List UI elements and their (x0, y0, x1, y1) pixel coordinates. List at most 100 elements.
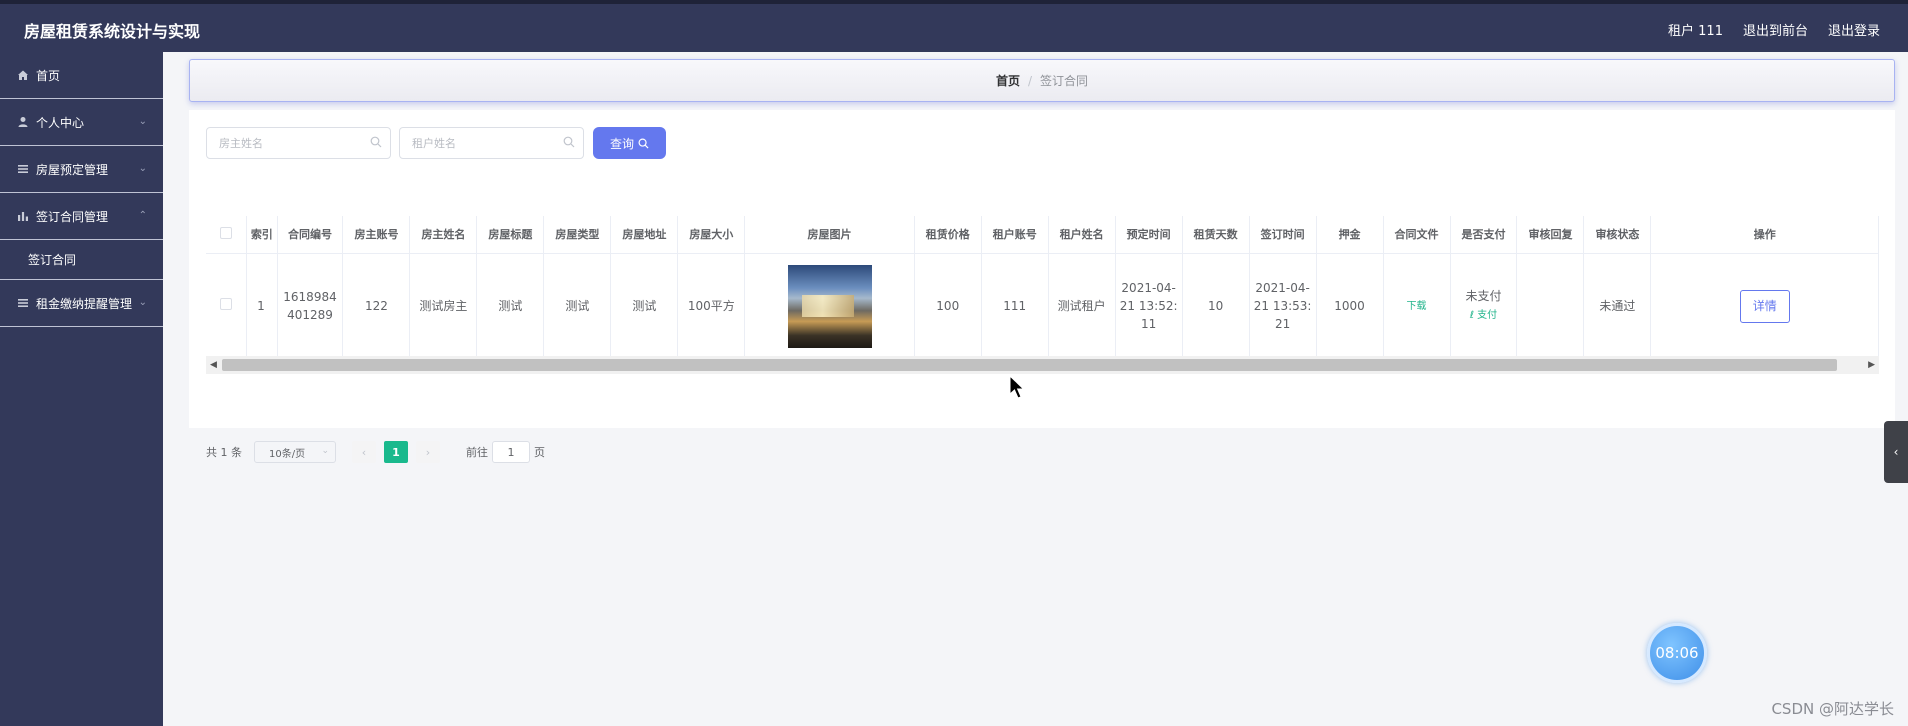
bar-chart-icon (16, 210, 30, 222)
column-header: 租户姓名 (1048, 216, 1116, 254)
column-header: 索引 (246, 216, 278, 254)
exit-to-front-link[interactable]: 退出到前台 (1743, 20, 1808, 39)
sidebar-item-label: 房屋预定管理 (36, 162, 109, 177)
sidebar-item-label: 个人中心 (36, 115, 85, 130)
column-header: 操作 (1650, 216, 1879, 254)
column-header: 房屋标题 (476, 216, 545, 254)
cell-tenant-account: 111 (981, 253, 1049, 360)
breadcrumb-home[interactable]: 首页 (996, 72, 1020, 89)
cell-actions: 详情 (1650, 253, 1879, 360)
cell-landlord-account: 122 (342, 253, 411, 360)
page-size-value: 10条/页 (269, 448, 306, 460)
chevron-down-icon: ⌄ (138, 116, 147, 127)
row-checkbox[interactable] (220, 298, 233, 310)
top-bar-actions: 租户 111 退出到前台 退出登录 (1668, 20, 1880, 39)
sidebar-item-home[interactable]: 首页 (0, 52, 163, 99)
column-header: 合同文件 (1383, 216, 1451, 254)
table-row: 1 1618984401289 122 测试房主 测试 测试 测试 100平方 … (206, 253, 1879, 360)
search-icon (563, 136, 575, 148)
sidebar-item-reservation-management[interactable]: 房屋预定管理 ⌄ (0, 146, 163, 193)
pay-link[interactable]: ℓ 支付 (1470, 307, 1497, 325)
timer-badge: 08:06 (1647, 623, 1707, 683)
top-bar: 房屋租赁系统设计与实现 租户 111 退出到前台 退出登录 (0, 0, 1908, 52)
cell-price: 100 (914, 253, 982, 360)
chevron-left-icon: ‹ (361, 445, 367, 459)
tenant-name-search[interactable] (399, 127, 584, 159)
cell-house-title: 测试 (476, 253, 545, 360)
query-button[interactable]: 查询 (593, 127, 666, 159)
sidebar-item-rent-reminder-management[interactable]: 租金缴纳提醒管理 ⌄ (0, 280, 163, 327)
contract-table: 索引 合同编号 房主账号 房主姓名 房屋标题 房屋类型 房屋地址 房屋大小 房屋… (206, 216, 1879, 376)
cell-contract-no: 1618984401289 (277, 253, 344, 360)
query-button-label: 查询 (609, 136, 634, 151)
paid-status-text: 未支付 (1465, 289, 1502, 303)
chevron-up-icon: ⌃ (138, 210, 147, 221)
home-icon (16, 69, 30, 81)
column-header: 签订时间 (1249, 216, 1317, 254)
cell-paid-status: 未支付 ℓ 支付 (1450, 253, 1518, 360)
pagination: 共 1 条 10条/页 ⌄ ‹ 1 › 前往 页 (206, 440, 545, 464)
cell-house-image (744, 253, 915, 360)
column-header: 租赁价格 (914, 216, 982, 254)
scroll-right-arrow-icon[interactable]: ▶ (1868, 360, 1875, 370)
landlord-name-search[interactable] (206, 127, 391, 159)
table-header-row: 索引 合同编号 房主账号 房主姓名 房屋标题 房屋类型 房屋地址 房屋大小 房屋… (206, 216, 1879, 254)
goto-page-input[interactable] (492, 441, 530, 463)
cell-deposit: 1000 (1316, 253, 1384, 360)
logout-link[interactable]: 退出登录 (1828, 20, 1880, 39)
column-header: 租户账号 (981, 216, 1049, 254)
sidebar: 首页 个人中心 ⌄ 房屋预定管理 ⌄ 签订合同管理 ⌃ 签订合同 租金缴纳提醒管… (0, 52, 163, 726)
mouse-cursor-icon (1009, 375, 1025, 399)
list-icon (16, 163, 30, 175)
landlord-name-input[interactable] (207, 128, 357, 158)
side-panel-toggle[interactable]: ‹ (1884, 421, 1908, 483)
sidebar-subitem-sign-contract[interactable]: 签订合同 (0, 240, 163, 280)
sidebar-item-label: 签订合同管理 (36, 209, 109, 224)
watermark: CSDN @阿达学长 (1771, 700, 1894, 718)
column-header: 房屋地址 (610, 216, 679, 254)
prev-page-button[interactable]: ‹ (352, 441, 376, 463)
sidebar-item-contract-management[interactable]: 签订合同管理 ⌃ (0, 193, 163, 240)
main-content: 首页 / 签订合同 查询 (163, 52, 1908, 726)
chevron-down-icon: ⌄ (138, 297, 147, 308)
scrollbar-thumb[interactable] (222, 359, 1837, 371)
column-header: 审核回复 (1516, 216, 1585, 254)
column-header: 是否支付 (1450, 216, 1518, 254)
page-size-select[interactable]: 10条/页 ⌄ (254, 441, 336, 463)
sidebar-item-personal-center[interactable]: 个人中心 ⌄ (0, 99, 163, 146)
search-icon (638, 138, 649, 149)
next-page-button[interactable]: › (416, 441, 440, 463)
cell-tenant-name: 测试租户 (1048, 253, 1116, 360)
list-icon (16, 297, 30, 309)
table-horizontal-scrollbar[interactable]: ◀ ▶ (206, 356, 1879, 374)
user-icon (16, 116, 30, 128)
cell-house-size: 100平方 (677, 253, 746, 360)
chevron-left-icon: ‹ (1893, 445, 1899, 459)
scroll-left-arrow-icon[interactable]: ◀ (210, 360, 217, 370)
cell-landlord-name: 测试房主 (409, 253, 478, 360)
tenant-name-input[interactable] (400, 128, 550, 158)
download-link[interactable]: 下载 (1407, 301, 1427, 312)
page-number-current[interactable]: 1 (384, 441, 408, 463)
row-select-cell[interactable] (206, 253, 248, 360)
column-header: 房主账号 (342, 216, 411, 254)
page-unit-label: 页 (534, 446, 545, 459)
sidebar-item-label: 租金缴纳提醒管理 (36, 296, 133, 311)
app-title: 房屋租赁系统设计与实现 (24, 22, 201, 41)
chevron-down-icon: ⌄ (321, 446, 329, 456)
cell-days: 10 (1182, 253, 1250, 360)
contract-panel: 查询 索引 合同编号 房主账号 房主姓名 (189, 110, 1895, 463)
pay-link-label: 支付 (1477, 310, 1498, 321)
chevron-right-icon: › (425, 445, 431, 459)
column-header: 合同编号 (277, 216, 344, 254)
breadcrumb-separator: / (1027, 73, 1033, 88)
select-all-cell[interactable] (206, 216, 248, 254)
detail-button[interactable]: 详情 (1739, 289, 1790, 323)
column-header: 审核状态 (1583, 216, 1652, 254)
cell-contract-file: 下载 (1383, 253, 1451, 360)
goto-label: 前往 (466, 446, 488, 459)
cell-reserve-time: 2021-04-21 13:52:11 (1115, 253, 1183, 360)
cell-index: 1 (246, 253, 278, 360)
select-all-checkbox[interactable] (220, 226, 233, 239)
cell-house-address: 测试 (610, 253, 679, 360)
